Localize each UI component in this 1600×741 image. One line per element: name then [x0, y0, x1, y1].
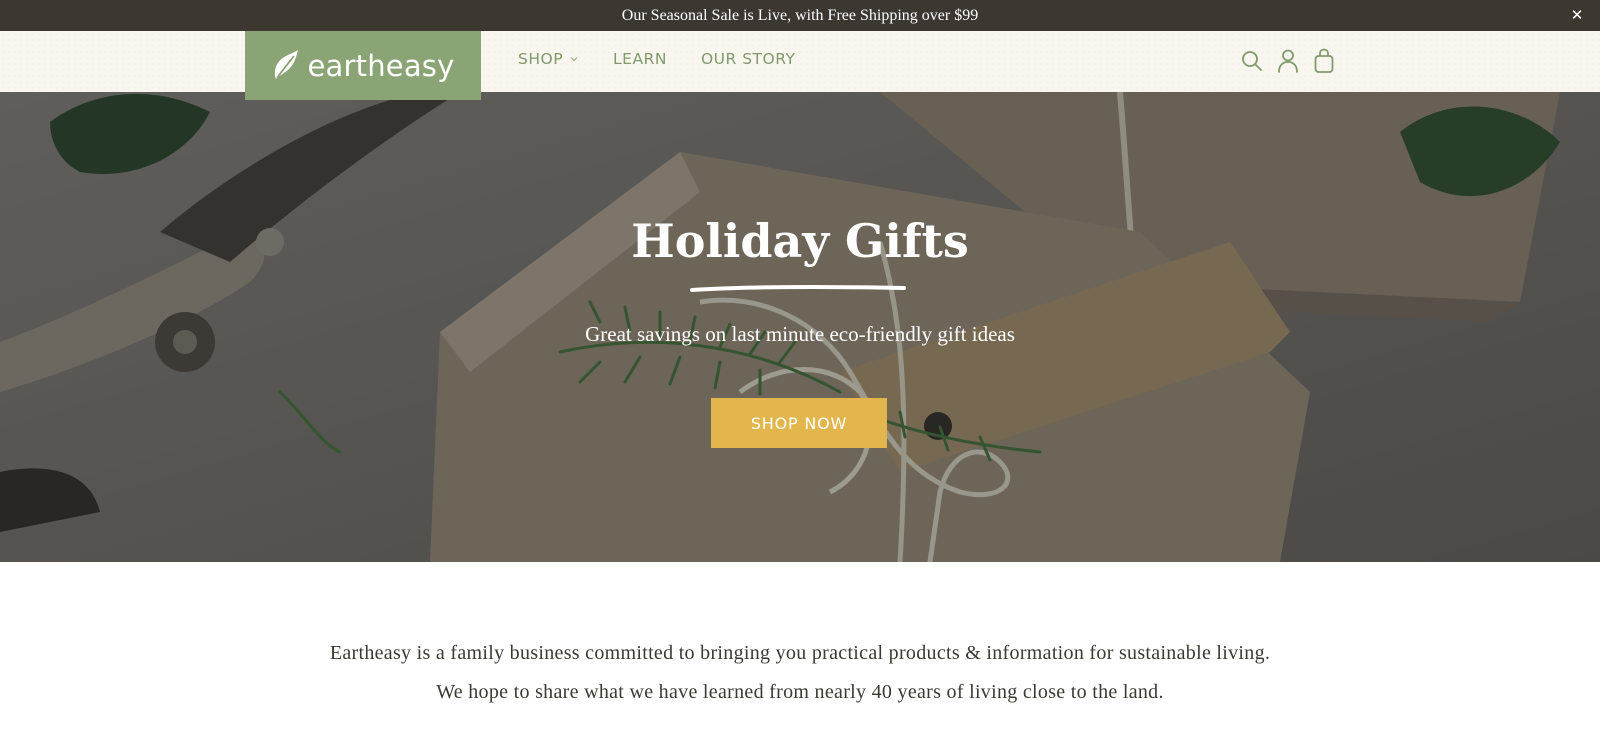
leaf-logo-icon [274, 49, 298, 79]
chevron-down-icon [570, 57, 578, 62]
nav-item-shop[interactable]: SHOP [518, 46, 579, 72]
announcement-bar: Our Seasonal Sale is Live, with Free Shi… [0, 0, 1600, 31]
site-logo[interactable]: eartheasy [245, 31, 481, 100]
announcement-text: Our Seasonal Sale is Live, with Free Shi… [621, 6, 979, 24]
logo-text: eartheasy [307, 48, 455, 83]
intro-text: Eartheasy is a family business committed… [0, 640, 1600, 718]
intro-line-2: We hope to share what we have learned fr… [436, 681, 1164, 703]
search-icon[interactable] [1240, 48, 1264, 74]
nav-item-label: SHOP [518, 50, 564, 68]
nav-item-our-story[interactable]: OUR STORY [701, 46, 796, 72]
nav-item-label: LEARN [613, 50, 667, 68]
account-icon[interactable] [1276, 48, 1300, 74]
intro-line-1: Eartheasy is a family business committed… [329, 642, 1271, 664]
hero-title-underline [690, 284, 906, 292]
close-icon[interactable]: ✕ [1566, 4, 1588, 26]
main-nav: SHOP LEARN OUR STORY [518, 46, 795, 72]
hero-banner: Holiday Gifts Great savings on last minu… [0, 92, 1600, 562]
hero-subtitle: Great savings on last minute eco-friendl… [585, 322, 1015, 346]
nav-item-learn[interactable]: LEARN [613, 46, 667, 72]
cart-icon[interactable] [1312, 48, 1336, 74]
header-icons [1240, 48, 1336, 74]
shop-now-button[interactable]: SHOP NOW [711, 398, 887, 448]
site-header: SHOP LEARN OUR STORY [0, 31, 1600, 92]
hero-title: Holiday Gifts [631, 214, 969, 268]
nav-item-label: OUR STORY [700, 50, 796, 68]
